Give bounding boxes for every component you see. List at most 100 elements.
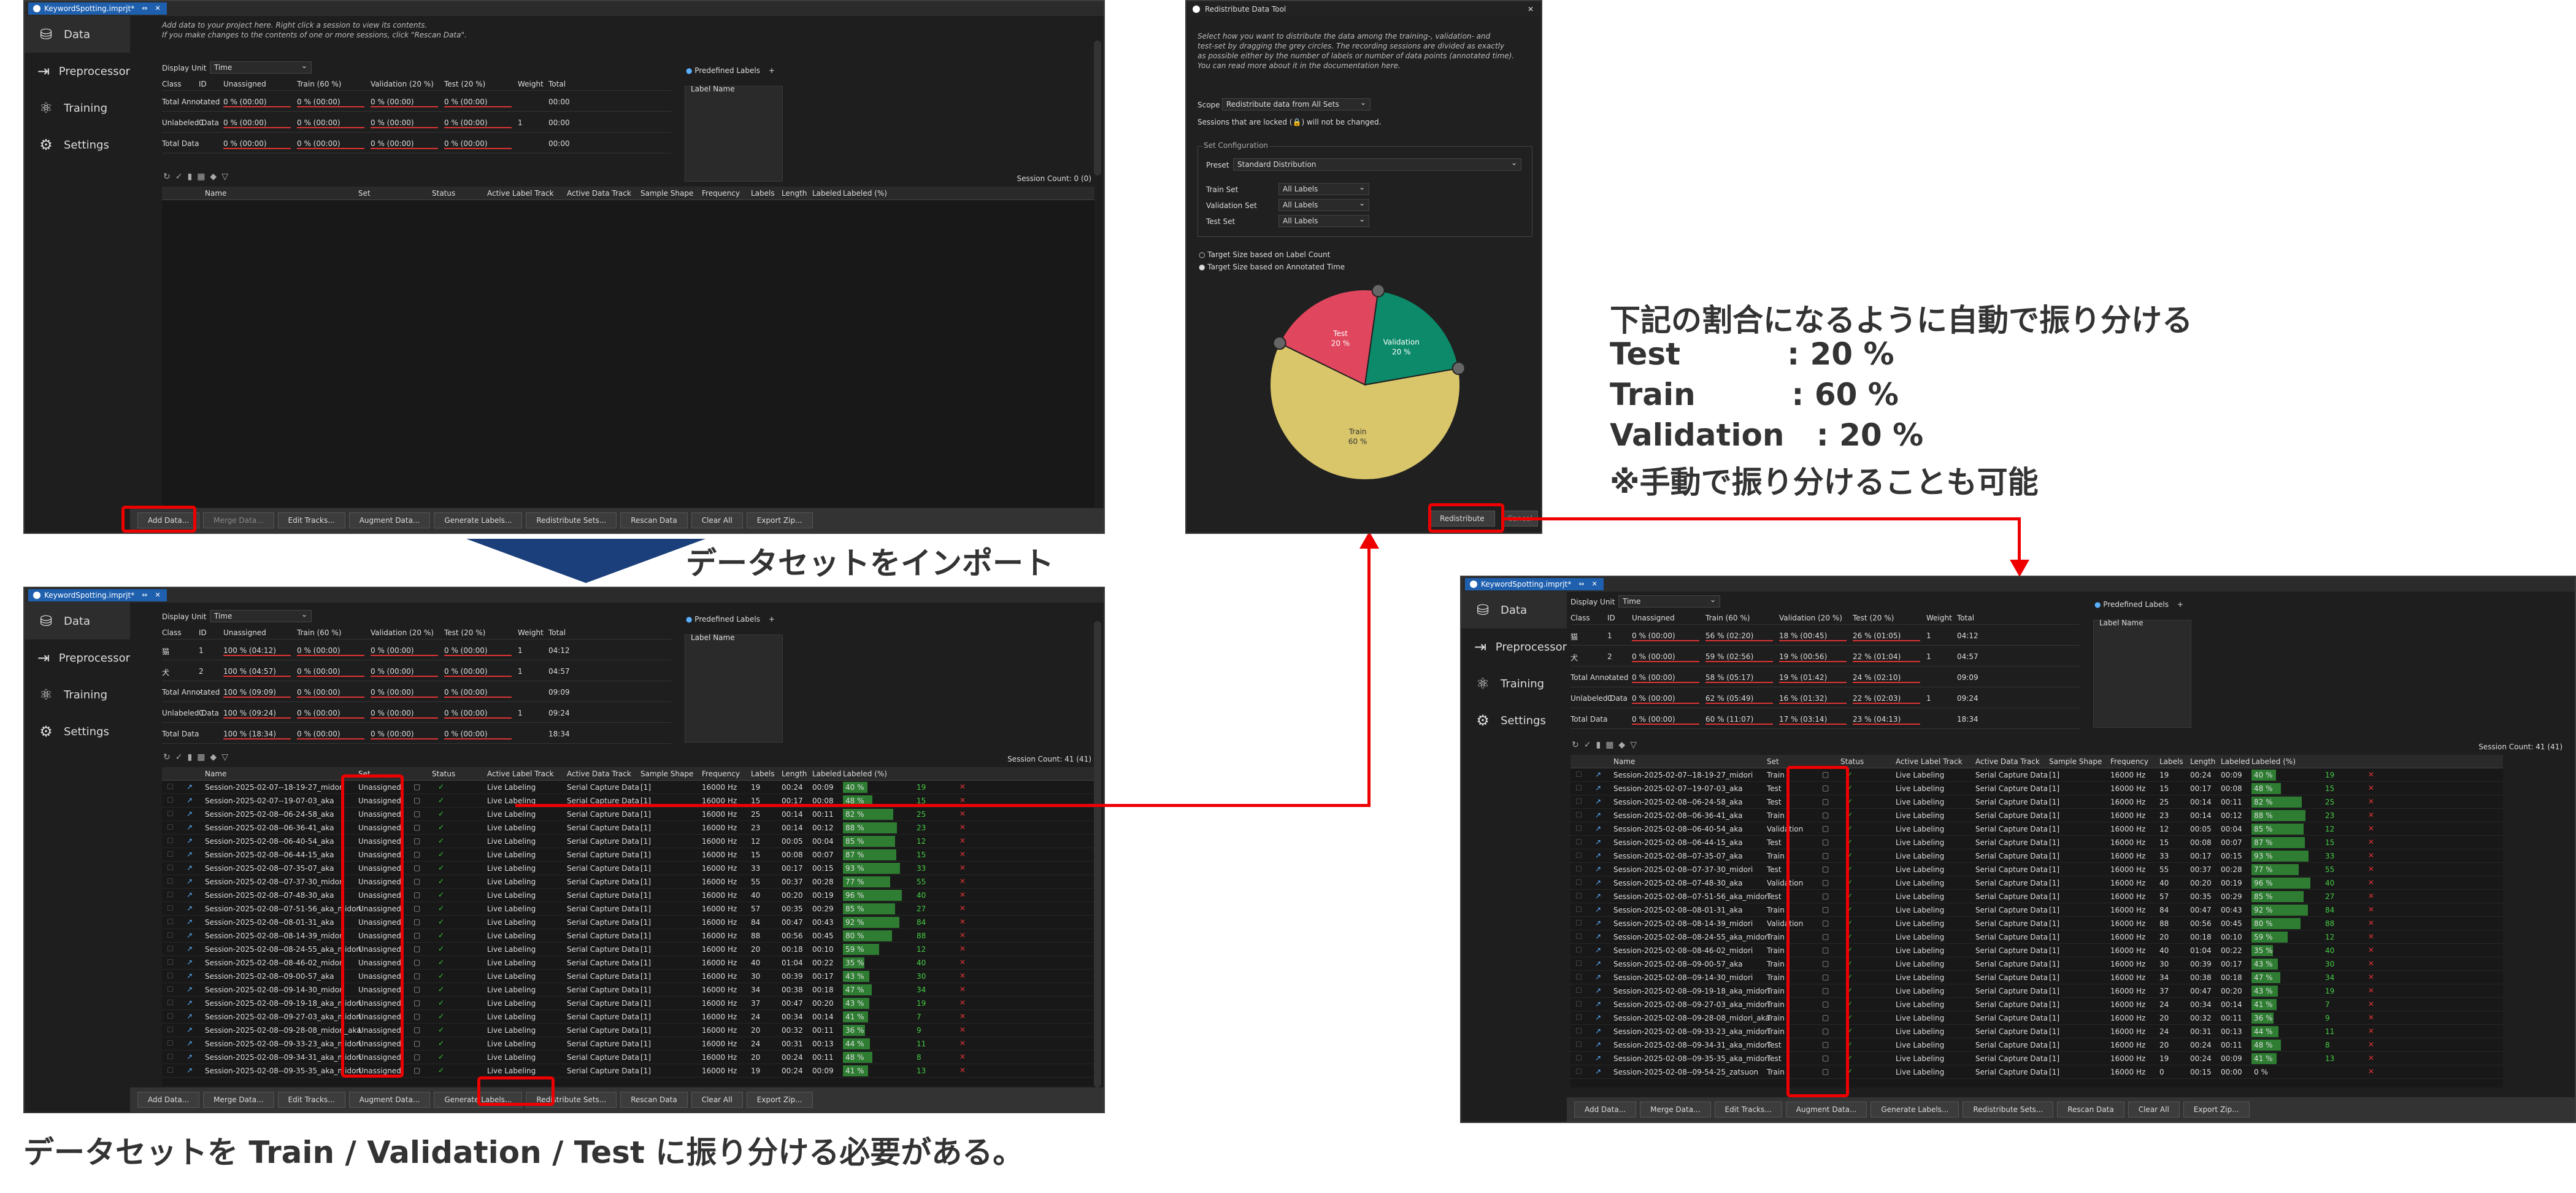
- link-icon[interactable]: ↗: [1595, 797, 1601, 806]
- label-track[interactable]: Live Labeling: [487, 810, 536, 819]
- link-icon[interactable]: ↗: [1595, 892, 1601, 900]
- table-icon[interactable]: ▦: [197, 752, 210, 762]
- checkbox[interactable]: ☐: [167, 823, 174, 832]
- lock-icon[interactable]: ▢: [413, 1052, 420, 1061]
- data-track[interactable]: Serial Capture Data: [1975, 906, 2048, 914]
- data-track[interactable]: Serial Capture Data: [1975, 1054, 2048, 1063]
- checkbox[interactable]: ☐: [167, 944, 174, 953]
- session-row[interactable]: ☐ ↗ Session-2025-02-08--07-48-30_aka Valida…: [1571, 876, 2503, 890]
- session-set[interactable]: Test: [1767, 892, 1782, 901]
- checkbox[interactable]: ☐: [1575, 784, 1582, 792]
- session-row[interactable]: ☐ ↗ Session-2025-02-08--09-54-25_zatsuon Tr…: [1571, 1065, 2503, 1079]
- data-track[interactable]: Serial Capture Data: [567, 810, 639, 819]
- drag-handle[interactable]: [1451, 361, 1466, 376]
- lock-icon[interactable]: ▢: [413, 1012, 420, 1021]
- close-icon[interactable]: ✕: [1528, 5, 1534, 14]
- link-icon[interactable]: ↗: [186, 958, 193, 967]
- session-header-cell[interactable]: Active Data Track: [567, 770, 631, 778]
- link-icon[interactable]: ↗: [1595, 824, 1601, 833]
- delete-icon[interactable]: ✕: [959, 863, 966, 872]
- data-track[interactable]: Serial Capture Data: [567, 986, 639, 994]
- session-row[interactable]: ☐ ↗ Session-2025-02-08--09-33-23_aka_midor…: [1571, 1025, 2503, 1038]
- rescan-data-button[interactable]: Rescan Data: [620, 512, 688, 528]
- delete-icon[interactable]: ✕: [959, 998, 966, 1007]
- data-track[interactable]: Serial Capture Data: [567, 932, 639, 940]
- drag-handle[interactable]: [1272, 336, 1286, 350]
- label-track[interactable]: Live Labeling: [1896, 784, 1944, 793]
- delete-icon[interactable]: ✕: [2368, 784, 2374, 792]
- checkbox[interactable]: ☐: [167, 985, 174, 994]
- lock-icon[interactable]: ▢: [413, 998, 420, 1007]
- delete-icon[interactable]: ✕: [959, 890, 966, 899]
- session-row[interactable]: ☐ ↗ Session-2025-02-08--06-40-54_aka Unassi…: [162, 835, 1094, 848]
- checkbox[interactable]: ☐: [1575, 865, 1582, 873]
- session-row[interactable]: ☐ ↗ Session-2025-02-08--09-35-35_aka_midor…: [1571, 1052, 2503, 1065]
- checkbox[interactable]: ☐: [1575, 973, 1582, 981]
- session-row[interactable]: ☐ ↗ Session-2025-02-08--06-40-54_aka Valida…: [1571, 822, 2503, 836]
- checkbox[interactable]: ☐: [167, 782, 174, 791]
- link-icon[interactable]: ↗: [1595, 1027, 1601, 1035]
- validation-set-select[interactable]: All Labels: [1278, 198, 1369, 211]
- checkbox[interactable]: ☐: [1575, 1000, 1582, 1008]
- link-icon[interactable]: ↗: [186, 998, 193, 1007]
- link-icon[interactable]: ↗: [1595, 811, 1601, 819]
- checkbox[interactable]: ☐: [167, 796, 174, 805]
- session-row[interactable]: ☐ ↗ Session-2025-02-08--07-37-30_midori Una…: [162, 875, 1094, 889]
- add-data-button[interactable]: Add Data...: [1574, 1102, 1637, 1118]
- session-set[interactable]: Train: [1767, 811, 1785, 820]
- link-icon[interactable]: ↗: [1595, 1054, 1601, 1062]
- session-set[interactable]: Train: [1767, 960, 1785, 968]
- scope-select[interactable]: Redistribute data from All Sets: [1222, 97, 1371, 110]
- session-row[interactable]: ☐ ↗ Session-2025-02-08--07-37-30_midori Tes…: [1571, 863, 2503, 876]
- link-icon[interactable]: ↗: [1595, 946, 1601, 954]
- session-row[interactable]: ☐ ↗ Session-2025-02-08--07-51-56_aka_midor…: [1571, 890, 2503, 903]
- add-label-icon[interactable]: +: [769, 615, 775, 624]
- sidebar-item-preprocessor[interactable]: ⇥ Preprocessor: [1461, 628, 1567, 665]
- checkbox[interactable]: ☐: [1575, 1054, 1582, 1062]
- checkbox[interactable]: ☐: [1575, 892, 1582, 900]
- checkbox[interactable]: ☐: [1575, 959, 1582, 968]
- link-icon[interactable]: ↗: [186, 944, 193, 953]
- link-icon[interactable]: ↗: [186, 1039, 193, 1048]
- session-set[interactable]: Train: [1767, 771, 1785, 779]
- link-icon[interactable]: ↗: [186, 985, 193, 994]
- data-track[interactable]: Serial Capture Data: [1975, 1014, 2048, 1022]
- session-header-cell[interactable]: Frequency: [702, 770, 740, 778]
- label-track[interactable]: Live Labeling: [1896, 1014, 1944, 1022]
- checkbox[interactable]: ☐: [1575, 811, 1582, 819]
- session-row[interactable]: ☐ ↗ Session-2025-02-07--18-19-27_midori Tra…: [1571, 768, 2503, 782]
- merge-data-button[interactable]: Merge Data...: [1640, 1102, 1711, 1118]
- session-row[interactable]: ☐ ↗ Session-2025-02-08--09-00-57_aka Unassi…: [162, 970, 1094, 983]
- check-icon[interactable]: ✓: [1584, 740, 1596, 750]
- export-zip-button[interactable]: Export Zip...: [2183, 1102, 2250, 1118]
- link-icon[interactable]: ↗: [1595, 973, 1601, 981]
- delete-icon[interactable]: ✕: [2368, 1067, 2374, 1076]
- session-row[interactable]: ☐ ↗ Session-2025-02-08--06-44-15_aka Unassi…: [162, 848, 1094, 862]
- label-track[interactable]: Live Labeling: [1896, 1000, 1944, 1009]
- delete-icon[interactable]: ✕: [2368, 824, 2374, 833]
- checkbox[interactable]: ☐: [1575, 946, 1582, 954]
- session-row[interactable]: ☐ ↗ Session-2025-02-08--08-24-55_aka_midor…: [162, 943, 1094, 956]
- delete-icon[interactable]: ✕: [959, 944, 966, 953]
- delete-icon[interactable]: ✕: [2368, 905, 2374, 914]
- scrollbar[interactable]: [1094, 41, 1101, 176]
- link-icon[interactable]: ↗: [1595, 865, 1601, 873]
- session-header-cell[interactable]: Length: [782, 189, 807, 198]
- label-track[interactable]: Live Labeling: [487, 1013, 536, 1021]
- session-header-cell[interactable]: Labeled (%): [2251, 757, 2296, 766]
- link-icon[interactable]: ↗: [1595, 1040, 1601, 1049]
- checkbox[interactable]: ☐: [1575, 838, 1582, 846]
- session-row[interactable]: ☐ ↗ Session-2025-02-08--08-46-02_midori Una…: [162, 956, 1094, 970]
- data-track[interactable]: Serial Capture Data: [1975, 1041, 2048, 1049]
- checkbox[interactable]: ☐: [1575, 1027, 1582, 1035]
- checkbox[interactable]: ☐: [1575, 986, 1582, 995]
- redistribute-sets-button[interactable]: Redistribute Sets...: [1963, 1102, 2054, 1118]
- checkbox[interactable]: ☐: [167, 809, 174, 818]
- session-row[interactable]: ☐ ↗ Session-2025-02-08--09-34-31_aka_midor…: [1571, 1038, 2503, 1052]
- data-track[interactable]: Serial Capture Data: [1975, 879, 2048, 887]
- delete-icon[interactable]: ✕: [959, 1066, 966, 1075]
- checkbox[interactable]: ☐: [167, 1039, 174, 1048]
- label-track[interactable]: Live Labeling: [487, 878, 536, 886]
- delete-icon[interactable]: ✕: [2368, 811, 2374, 819]
- project-tab[interactable]: KeywordSpotting.imprjt* ⇔ ✕: [1465, 578, 1604, 590]
